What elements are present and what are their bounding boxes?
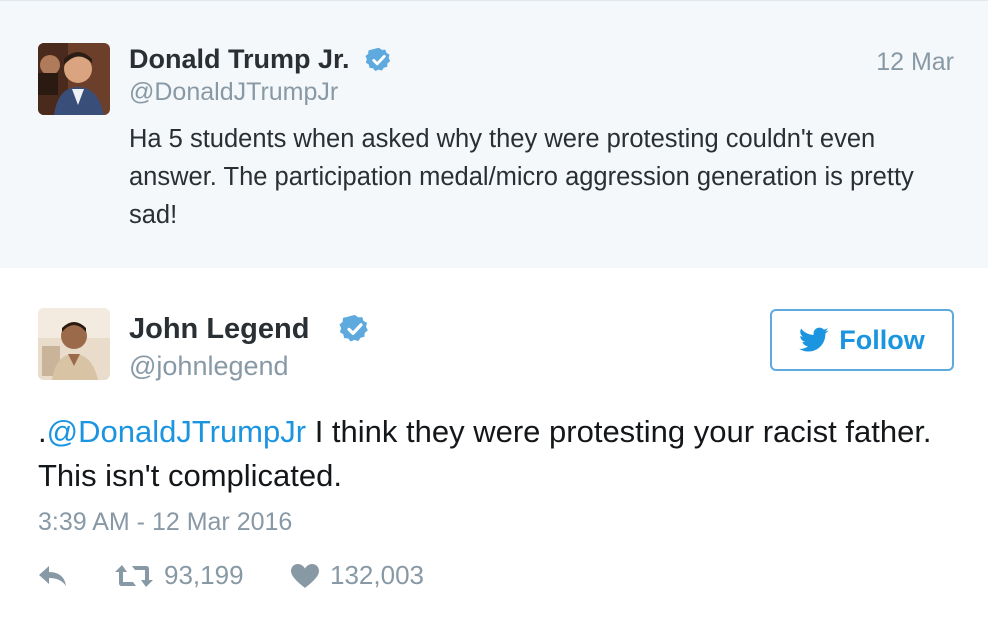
like-button[interactable]: 132,003 [290, 560, 424, 591]
text-prefix: . [38, 414, 47, 449]
tweet-timestamp[interactable]: 3:39 AM - 12 Mar 2016 [38, 507, 292, 537]
verified-badge-icon [339, 315, 368, 342]
quoted-tweet-text: Ha 5 students when asked why they were p… [129, 125, 914, 229]
reply-icon [39, 566, 66, 586]
twitter-bird-icon [799, 327, 829, 352]
retweet-icon [115, 564, 153, 587]
main-tweet-text: .@DonaldJTrumpJr I think they were prote… [38, 410, 938, 498]
john-legend-avatar[interactable] [38, 308, 110, 380]
retweet-count: 93,199 [164, 560, 244, 590]
main-author-handle[interactable]: @johnlegend [129, 350, 289, 382]
mention-link[interactable]: @DonaldJTrumpJr [47, 414, 306, 449]
quoted-author-name[interactable]: Donald Trump Jr. [129, 43, 350, 75]
retweet-button[interactable]: 93,199 [114, 560, 244, 591]
heart-icon [291, 563, 319, 588]
quoted-tweet[interactable]: Donald Trump Jr. @DonaldJTrumpJr 12 Mar … [0, 0, 988, 268]
like-count: 132,003 [330, 560, 424, 590]
quoted-tweet-date[interactable]: 12 Mar [876, 47, 954, 77]
verified-badge-icon [365, 47, 391, 71]
donald-trump-jr-avatar[interactable] [38, 43, 110, 115]
follow-button[interactable]: Follow [770, 309, 954, 371]
follow-label: Follow [839, 324, 925, 355]
reply-button[interactable] [38, 564, 68, 588]
main-author-name[interactable]: John Legend [129, 312, 309, 346]
quoted-author-handle[interactable]: @DonaldJTrumpJr [129, 77, 338, 107]
